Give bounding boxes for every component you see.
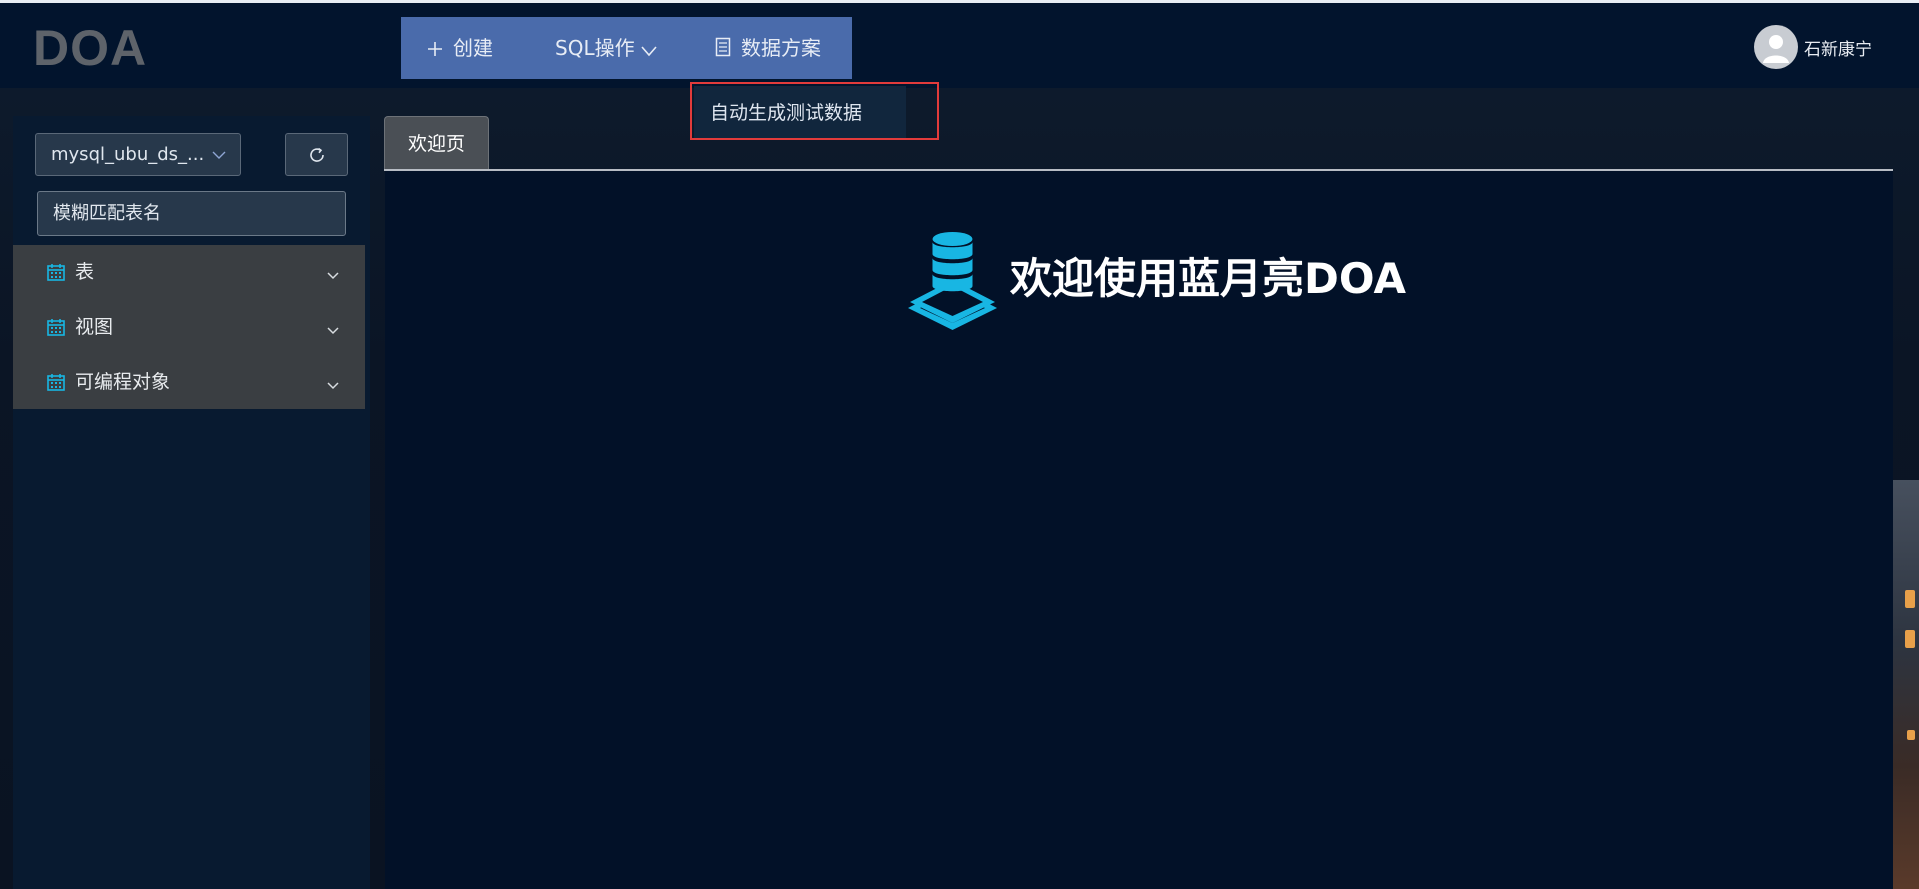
nav-data-plan[interactable]: 数据方案 — [715, 17, 821, 79]
database-icon — [905, 230, 1000, 334]
user-menu[interactable]: 石新康宁 — [1754, 25, 1872, 69]
database-select-value: mysql_ubu_ds_... — [51, 144, 205, 165]
nav-sql[interactable]: SQL操作 — [555, 17, 657, 79]
chevron-down-icon — [327, 320, 339, 339]
refresh-icon — [310, 147, 324, 162]
user-name: 石新康宁 — [1804, 39, 1872, 60]
tree-item-views[interactable]: 视图 — [13, 300, 365, 354]
nav-create-label: 创建 — [453, 36, 493, 60]
highlight-box — [690, 82, 939, 140]
avatar — [1754, 25, 1798, 69]
tree-item-label: 视图 — [75, 316, 114, 338]
header: DOA 创建 SQL操作 数据方案 石新康宁 — [0, 3, 1919, 88]
tab-welcome[interactable]: 欢迎页 — [384, 116, 489, 170]
nav-create[interactable]: 创建 — [427, 17, 493, 79]
tree-item-label: 表 — [75, 261, 95, 283]
chevron-down-icon — [327, 375, 339, 394]
app-window: DOA 创建 SQL操作 数据方案 石新康宁 自动生成测试数据 mysql_ub… — [0, 0, 1919, 889]
user-icon — [1763, 35, 1789, 63]
tree-item-label: 可编程对象 — [75, 371, 171, 393]
chevron-down-icon — [327, 265, 339, 284]
nav-data-plan-label: 数据方案 — [741, 36, 821, 60]
calendar-icon — [47, 373, 65, 395]
plus-icon — [427, 19, 443, 81]
chevron-down-icon — [641, 19, 657, 81]
welcome-title: 欢迎使用蓝月亮DOA — [1010, 254, 1406, 303]
top-nav: 创建 SQL操作 数据方案 — [401, 17, 852, 79]
refresh-button[interactable] — [285, 133, 348, 176]
background-decoration — [1893, 480, 1919, 889]
tree-item-tables[interactable]: 表 — [13, 245, 365, 299]
app-logo: DOA — [33, 20, 148, 76]
tree-item-programmable-objects[interactable]: 可编程对象 — [13, 355, 365, 409]
calendar-icon — [47, 263, 65, 285]
database-select[interactable]: mysql_ubu_ds_... — [35, 133, 241, 176]
chevron-down-icon — [212, 134, 226, 175]
nav-sql-label: SQL操作 — [555, 36, 635, 60]
object-tree: 表 视图 可编程对象 — [13, 245, 365, 409]
document-icon — [715, 19, 731, 81]
table-search-input[interactable] — [37, 191, 346, 236]
calendar-icon — [47, 318, 65, 340]
